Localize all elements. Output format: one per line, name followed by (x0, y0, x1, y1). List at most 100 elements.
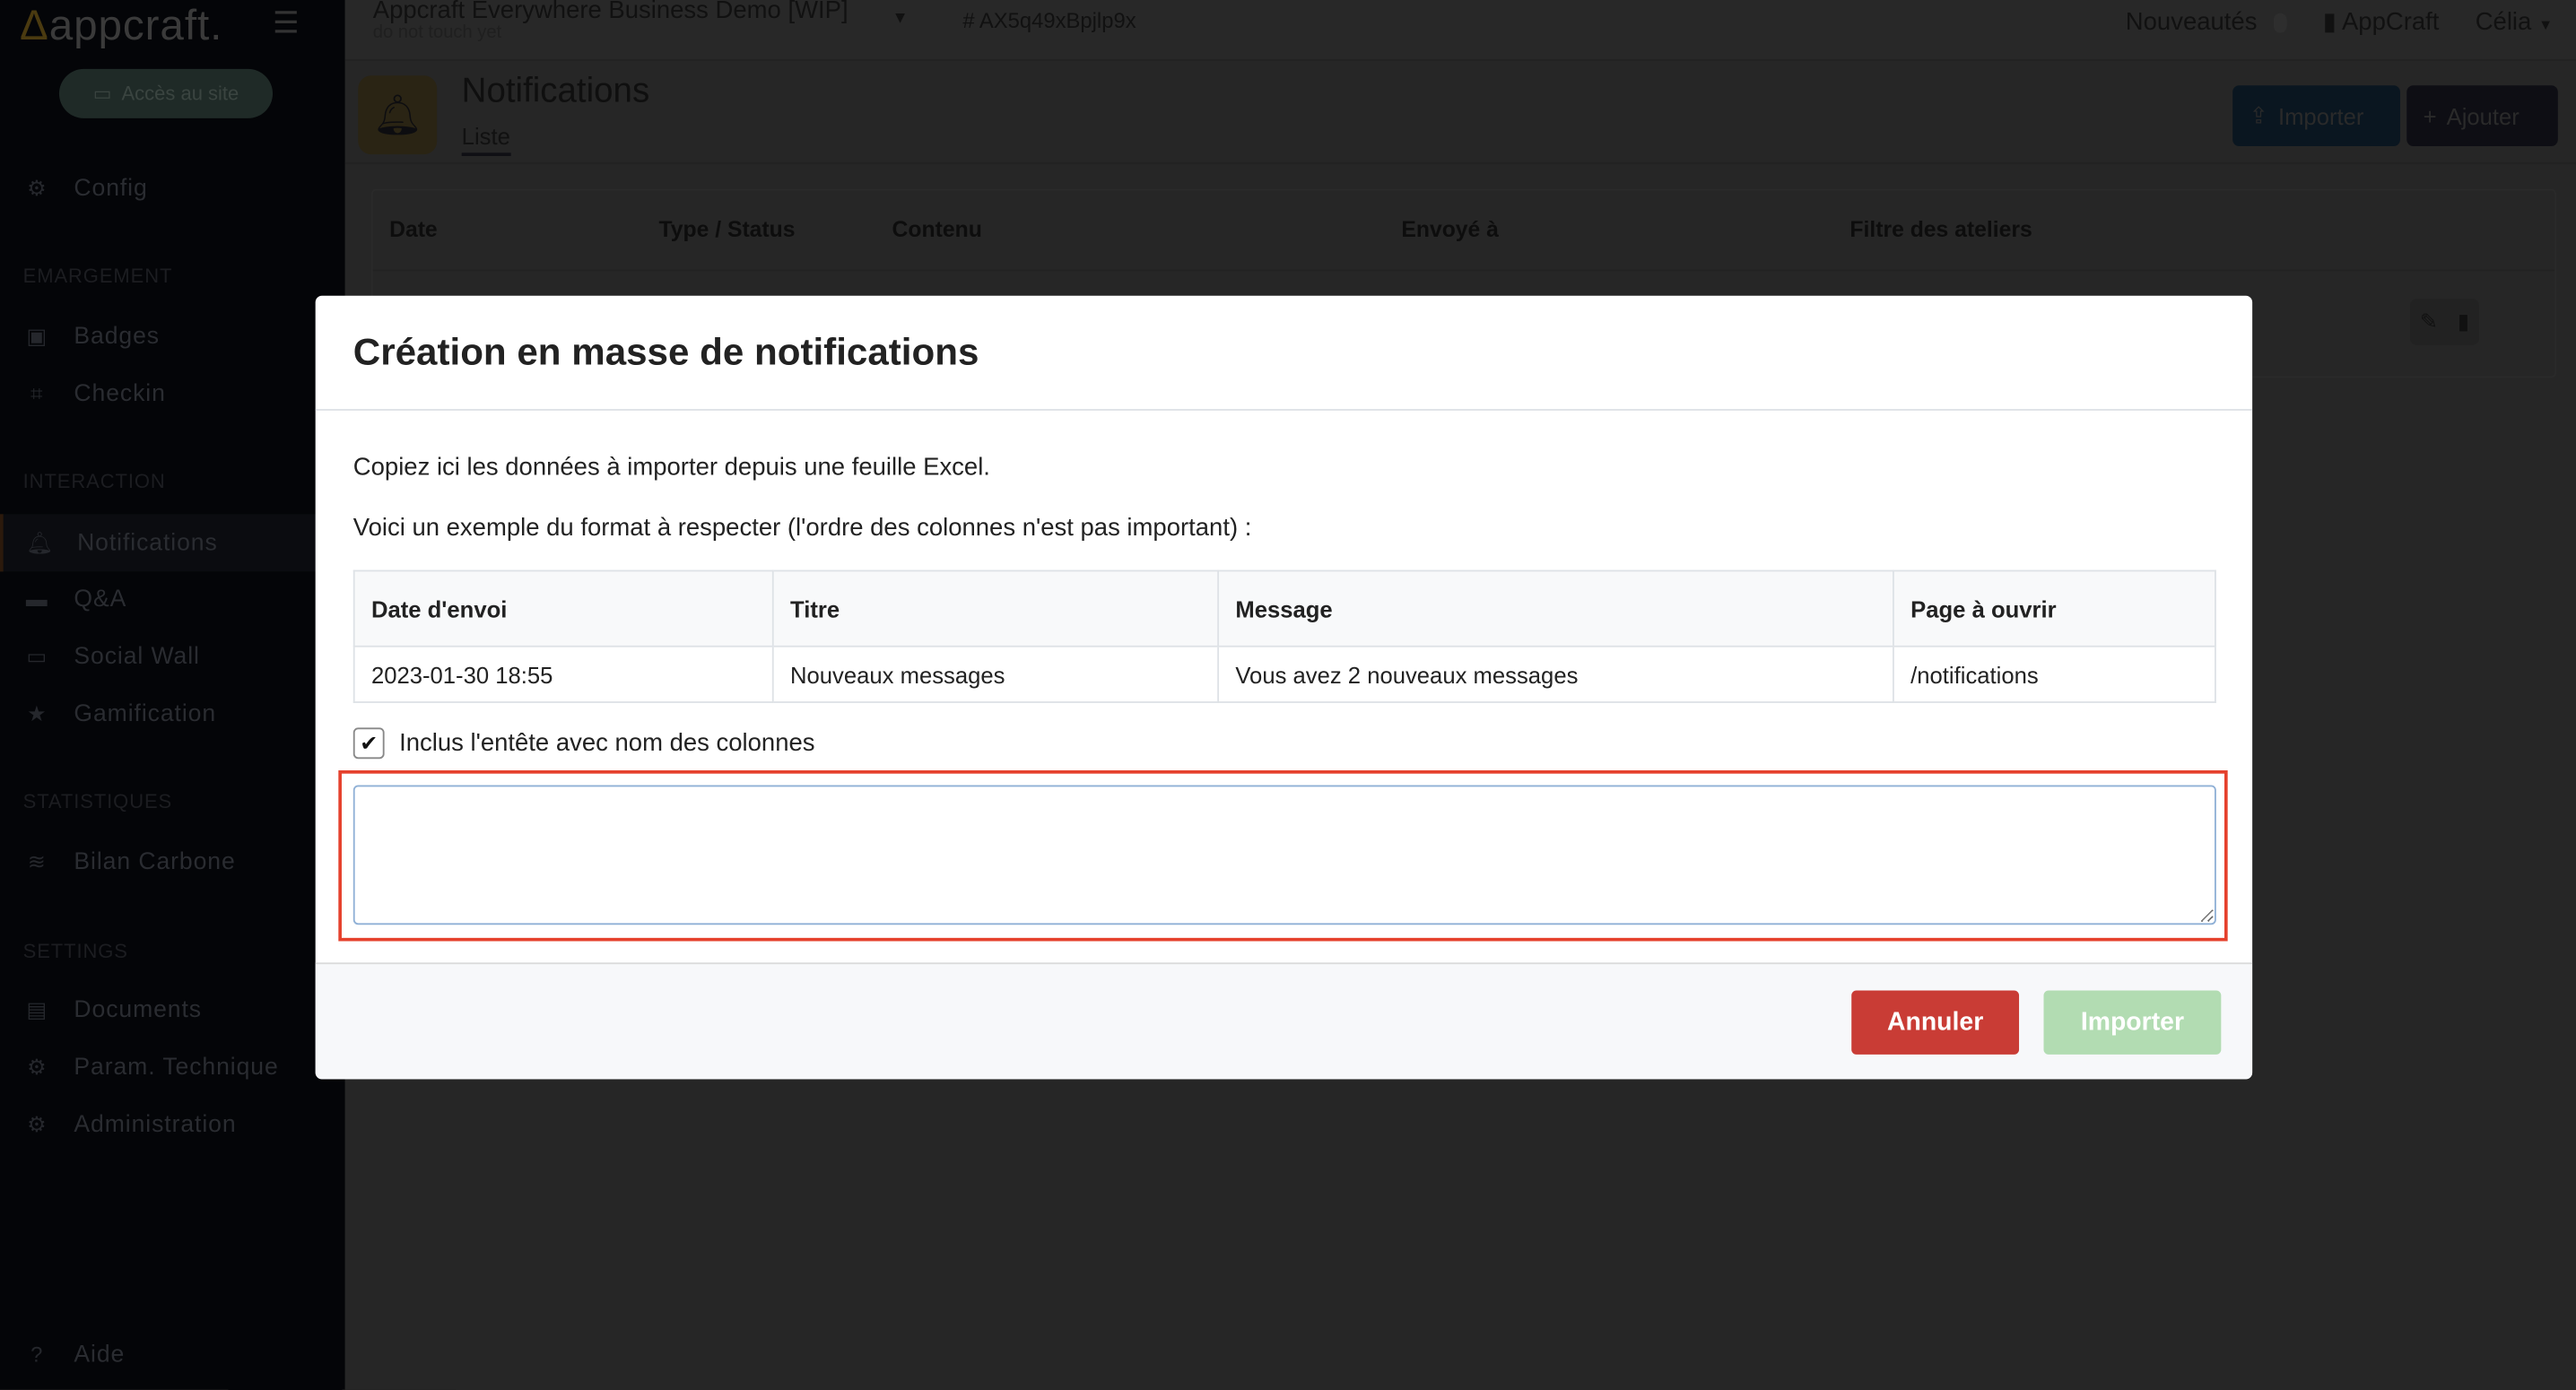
label: Q&A (74, 585, 127, 612)
image-icon: ▭ (26, 643, 48, 668)
divider (372, 269, 2555, 272)
org-link[interactable]: ▮ AppCraft (2323, 6, 2440, 36)
cell: Nouveaux messages (771, 645, 1220, 703)
topbar: Appcraft Everywhere Business Demo [WIP] … (344, 0, 2576, 61)
news-label: Nouveautés (2125, 7, 2258, 36)
add-button[interactable]: + Ajouter (2406, 85, 2558, 147)
news-indicator-icon (2273, 12, 2287, 32)
section-interaction: INTERACTION (22, 469, 166, 493)
column-header: Titre (771, 569, 1220, 647)
sidebar-item-badges[interactable]: ▣ Badges (0, 308, 345, 365)
format-hint: Voici un exemple du format à respecter (… (352, 514, 1252, 543)
printer-icon: ▤ (26, 995, 48, 1021)
add-label: Ajouter (2446, 102, 2519, 129)
label: Notifications (77, 529, 218, 556)
section-statistiques: STATISTIQUES (22, 789, 173, 813)
sidebar-item-aide[interactable]: ? Aide (0, 1325, 345, 1383)
sidebar-item-notifications[interactable]: 🔔︎ Notifications (0, 514, 349, 572)
tab-liste[interactable]: Liste (461, 123, 510, 157)
example-table: Date d'envoi Titre Message Page à ouvrir… (352, 569, 2216, 703)
import-header-button[interactable]: ⇪ Importer (2232, 85, 2400, 147)
app-id: # AX5q49xBpjlp9x (962, 8, 1136, 33)
cell: Vous avez 2 nouveaux messages (1217, 645, 1894, 703)
app-title[interactable]: Appcraft Everywhere Business Demo [WIP] (373, 0, 849, 24)
label: Gamification (74, 700, 217, 727)
section-settings: SETTINGS (22, 939, 128, 963)
page-title: Notifications (461, 72, 650, 110)
sidebar-item-param-technique[interactable]: ⚙ Param. Technique (0, 1038, 345, 1096)
cancel-button[interactable]: Annuler (1851, 990, 2020, 1055)
column-header: Envoyé à (1401, 216, 1499, 242)
sidebar-item-administration[interactable]: ⚙ Administration (0, 1096, 345, 1153)
sidebar-item-bilan-carbone[interactable]: ≋ Bilan Carbone (0, 833, 345, 890)
org-label: AppCraft (2341, 8, 2440, 37)
appcraft-logo: Δappcraft. (19, 0, 223, 49)
sidebar-item-config[interactable]: ⚙ Config (0, 160, 345, 217)
label: Param. Technique (74, 1053, 279, 1081)
app-subtitle: do not touch yet (372, 22, 502, 43)
building-icon: ▮ (2322, 8, 2337, 37)
monitor-icon: ▭ (92, 82, 112, 106)
user-label: Célia (2475, 7, 2532, 36)
table-row: 2023-01-30 18:55 Nouveaux messages Vous … (352, 645, 2216, 703)
trash-icon[interactable]: ▮ (2458, 308, 2469, 334)
site-access-label: Accès au site (121, 82, 239, 106)
include-header-label: Inclus l'entête avec nom des colonnes (399, 729, 815, 758)
modal-footer: Annuler Importer (315, 962, 2253, 1080)
label: Social Wall (74, 643, 200, 670)
column-header: Message (1217, 569, 1894, 647)
include-header-checkbox[interactable]: ✔ Inclus l'entête avec nom des colonnes (352, 727, 815, 760)
column-header: Date (389, 216, 438, 242)
column-header: Type / Status (658, 216, 796, 242)
section-emargement: EMARGEMENT (22, 264, 173, 288)
column-header: Date d'envoi (352, 569, 774, 647)
upload-icon: ⇪ (2249, 101, 2268, 128)
label: Bilan Carbone (74, 848, 236, 875)
sidebar-item-checkin[interactable]: ⌗ Checkin (0, 365, 345, 422)
news-link[interactable]: Nouveautés (2126, 7, 2287, 35)
sidebar-item-gamification[interactable]: ★ Gamification (0, 685, 345, 743)
sidebar: Δappcraft. ☰ ▭ Accès au site ⚙ Config EMAR… (0, 0, 349, 1390)
bell-icon: 🔔︎ (26, 529, 55, 555)
modal-title: Création en masse de notifications (352, 330, 979, 373)
column-header: Contenu (892, 216, 982, 242)
table-header-row: Date d'envoi Titre Message Page à ouvrir (352, 569, 2216, 647)
import-button[interactable]: Importer (2043, 990, 2222, 1055)
badge-icon: ▣ (26, 322, 48, 348)
chat-icon: ▬ (25, 586, 48, 612)
sidebar-item-qa[interactable]: ▬ Q&A (0, 570, 345, 628)
app-dropdown-icon[interactable]: ▼ (892, 10, 909, 28)
plus-icon: + (2423, 102, 2437, 129)
sidebar-item-social-wall[interactable]: ▭ Social Wall (0, 628, 345, 685)
sidebar-item-documents[interactable]: ▤ Documents (0, 980, 345, 1038)
user-menu[interactable]: Célia ▼ (2476, 7, 2554, 35)
bulk-import-modal: Création en masse de notifications Copie… (315, 295, 2253, 1080)
chevron-down-icon: ▼ (2537, 15, 2554, 32)
qr-icon: ⌗ (30, 380, 44, 405)
import-label: Importer (2277, 102, 2364, 129)
edit-icon[interactable]: ✎ (2420, 308, 2438, 334)
collapse-menu-icon[interactable]: ☰ (273, 6, 300, 40)
import-data-textarea[interactable] (352, 785, 2216, 925)
label: Documents (74, 995, 203, 1023)
label: Checkin (74, 380, 166, 407)
help-icon: ? (30, 1342, 44, 1367)
config-icon: ⚙ (27, 175, 48, 200)
cell: 2023-01-30 18:55 (352, 645, 774, 703)
label: Aide (74, 1341, 126, 1368)
label: Administration (74, 1111, 237, 1138)
cell: /notifications (1893, 645, 2216, 703)
chart-icon: ≋ (27, 848, 47, 873)
modal-intro: Copiez ici les données à importer depuis… (352, 453, 990, 482)
settings-box-icon: ⚙ (27, 1053, 48, 1079)
label: Config (74, 175, 148, 202)
site-access-button[interactable]: ▭ Accès au site (58, 68, 274, 118)
checkmark-icon[interactable]: ✔ (352, 727, 385, 760)
page-header: 🔔︎ Notifications Liste ⇪ Importer + Ajoute… (344, 61, 2576, 165)
column-header: Page à ouvrir (1893, 569, 2216, 647)
bell-icon: 🔔︎ (358, 75, 438, 155)
star-icon: ★ (27, 700, 48, 725)
logo-text: appcraft. (48, 0, 223, 49)
gear-icon: ⚙ (27, 1111, 48, 1136)
column-header: Filtre des ateliers (1849, 216, 2032, 242)
